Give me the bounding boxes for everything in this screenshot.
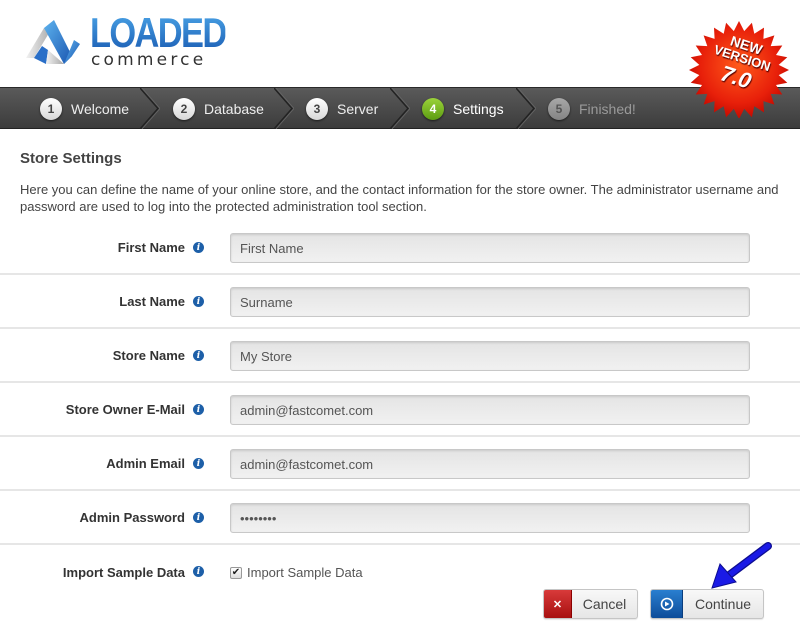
step-label: Database [204,100,264,117]
checkbox-label: Import Sample Data [247,565,363,580]
loaded-commerce-logo-icon [26,20,80,64]
form-row-store-owner-email: Store Owner E-Mail i [0,383,800,437]
step-label: Welcome [71,100,130,117]
step-number: 3 [306,97,328,120]
step-label: Finished! [579,100,636,117]
step-number: 5 [548,97,570,120]
step-number: 4 [422,97,444,120]
field-label: Store Name [112,347,185,363]
info-icon[interactable]: i [193,350,204,361]
cancel-button-label: Cancel [582,596,627,612]
info-icon[interactable]: i [193,566,204,577]
field-label: Admin Email [106,455,185,471]
form-row-admin-password: Admin Password i [0,491,800,545]
store-name-input[interactable] [230,341,750,371]
new-version-badge: NEW VERSION 7.0 [684,18,794,119]
step-settings[interactable]: 4 Settings [422,88,504,129]
step-number: 2 [173,97,195,120]
info-icon[interactable]: i [193,242,204,253]
logo: LOADED commerce [24,12,227,70]
form-row-store-name: Store Name i [0,329,800,383]
step-database[interactable]: 2 Database [173,88,264,129]
field-label: Last Name [119,293,185,309]
step-welcome[interactable]: 1 Welcome [40,88,129,129]
chevron-separator-icon [274,88,294,129]
import-sample-checkbox[interactable]: ✔ [230,566,242,579]
logo-subtitle: commerce [91,50,207,70]
field-label: First Name [117,239,185,255]
header: LOADED commerce NEW VERSION 7.0 [0,0,800,119]
page-description: Here you can define the name of your onl… [20,182,779,214]
admin-email-input[interactable] [230,449,750,479]
continue-button-label: Continue [694,596,752,612]
step-number: 1 [40,97,62,120]
info-icon[interactable]: i [193,296,204,307]
logo-wordmark: LOADED [90,9,227,56]
form-row-first-name: First Name i [0,221,800,275]
continue-button[interactable]: Continue [650,589,764,619]
page-title: Store Settings [20,150,122,167]
step-label: Server [337,100,379,117]
check-icon: ✔ [231,567,241,578]
field-label: Import Sample Data [62,564,185,580]
info-icon[interactable]: i [193,404,204,415]
field-label: Store Owner E-Mail [65,401,185,417]
chevron-separator-icon [390,88,410,129]
admin-password-input[interactable] [230,503,750,533]
form-row-last-name: Last Name i [0,275,800,329]
field-label: Admin Password [79,509,185,525]
step-label: Settings [453,100,504,117]
import-sample-checkbox-group[interactable]: ✔ Import Sample Data [230,565,363,580]
info-icon[interactable]: i [193,512,204,523]
x-icon: ✕ [544,590,572,618]
step-server[interactable]: 3 Server [306,88,378,129]
arrow-circle-icon [651,590,683,618]
cancel-button[interactable]: ✕ Cancel [543,589,638,619]
chevron-separator-icon [516,88,536,129]
annotation-arrow-icon [711,542,772,589]
chevron-separator-icon [140,88,160,129]
first-name-input[interactable] [230,233,750,263]
last-name-input[interactable] [230,287,750,317]
info-icon[interactable]: i [193,458,204,469]
store-owner-email-input[interactable] [230,395,750,425]
form-row-admin-email: Admin Email i [0,437,800,491]
step-finished: 5 Finished! [548,88,636,129]
